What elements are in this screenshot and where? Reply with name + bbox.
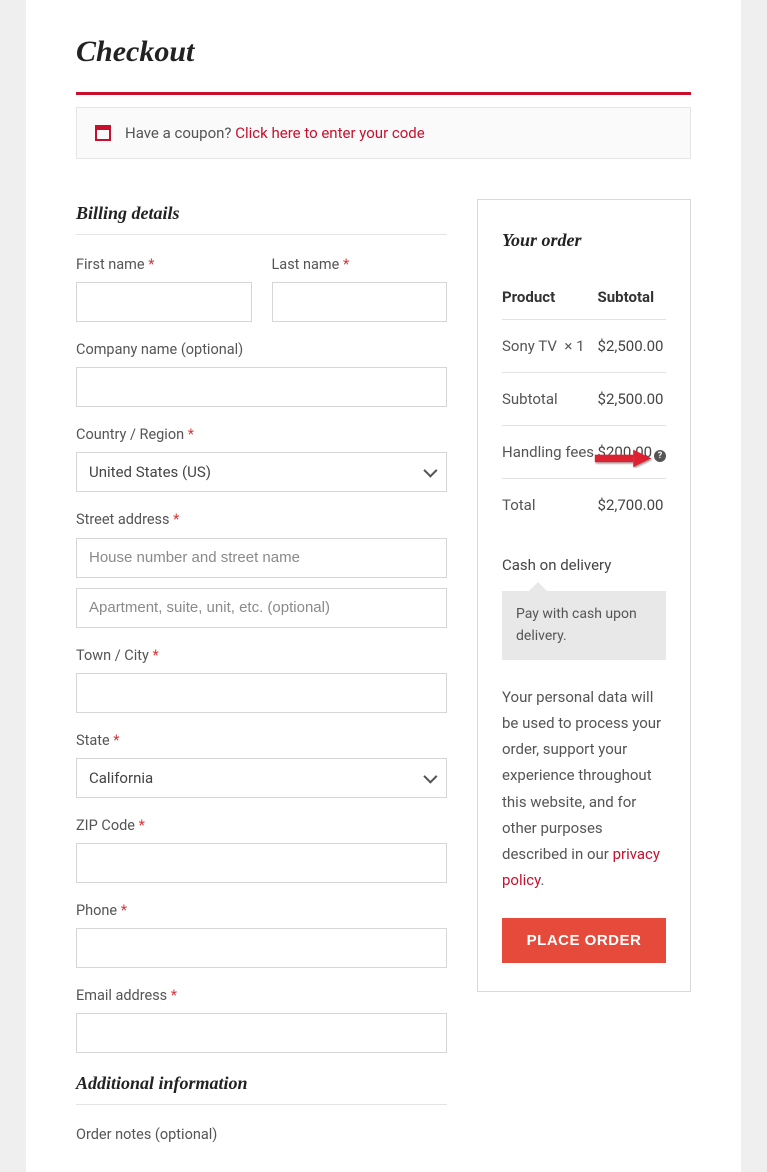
order-item-name: Sony TV: [502, 334, 557, 358]
chevron-down-icon: [423, 769, 437, 783]
subtotal-value: $2,500.00: [598, 372, 666, 425]
additional-heading: Additional information: [76, 1069, 447, 1098]
order-notes-label: Order notes (optional): [76, 1123, 447, 1146]
country-value: United States (US): [89, 460, 211, 484]
handling-value: $200.00: [598, 443, 653, 461]
additional-divider: [76, 1104, 447, 1105]
order-notes-wrap: Order notes (optional): [76, 1123, 447, 1146]
email-input[interactable]: [76, 1013, 447, 1053]
last-name-field-wrap: Last name *: [272, 253, 448, 322]
handling-row: Handling fees $200.00: [502, 425, 666, 478]
privacy-text: Your personal data will be used to proce…: [502, 684, 666, 894]
company-field-wrap: Company name (optional): [76, 338, 447, 407]
state-value: California: [89, 766, 153, 790]
state-select[interactable]: California: [76, 758, 447, 798]
city-input[interactable]: [76, 673, 447, 713]
street-field-wrap: Street address *: [76, 508, 447, 627]
phone-field-wrap: Phone *: [76, 899, 447, 968]
company-input[interactable]: [76, 367, 447, 407]
street1-input[interactable]: [76, 538, 447, 578]
last-name-input[interactable]: [272, 282, 448, 322]
billing-heading: Billing details: [76, 199, 447, 228]
coupon-link[interactable]: Click here to enter your code: [235, 124, 424, 142]
privacy-before: Your personal data will be used to proce…: [502, 688, 661, 864]
billing-column: Billing details First name * Last name *…: [76, 199, 447, 1152]
order-heading: Your order: [502, 226, 666, 255]
city-label: Town / City *: [76, 644, 447, 667]
chevron-down-icon: [423, 464, 437, 478]
subtotal-label: Subtotal: [502, 372, 598, 425]
col-product: Product: [502, 275, 598, 320]
order-item-qty: × 1: [564, 337, 584, 355]
email-label: Email address *: [76, 984, 447, 1007]
order-item-price: $2,500.00: [598, 319, 666, 372]
first-name-field-wrap: First name *: [76, 253, 252, 322]
coupon-prompt: Have a coupon?: [125, 124, 232, 142]
payment-method: Cash on delivery: [502, 553, 666, 577]
order-item-row: Sony TV × 1 $2,500.00: [502, 319, 666, 372]
phone-input[interactable]: [76, 928, 447, 968]
street2-input[interactable]: [76, 588, 447, 628]
payment-description: Pay with cash upon delivery.: [502, 591, 666, 660]
zip-field-wrap: ZIP Code *: [76, 814, 447, 883]
place-order-button[interactable]: PLACE ORDER: [502, 918, 666, 963]
order-item-name-cell: Sony TV × 1: [502, 319, 598, 372]
first-name-label: First name *: [76, 253, 252, 276]
coupon-icon: [95, 125, 111, 141]
col-subtotal: Subtotal: [598, 275, 666, 320]
title-divider: [76, 92, 691, 95]
state-field-wrap: State * California: [76, 729, 447, 798]
order-summary: Your order Product Subtotal Sony TV × 1 …: [477, 199, 691, 992]
coupon-text: Have a coupon? Click here to enter your …: [125, 121, 425, 145]
order-table: Product Subtotal Sony TV × 1 $2,500.00 S…: [502, 275, 666, 531]
zip-label: ZIP Code *: [76, 814, 447, 837]
handling-value-cell: $200.00 ?: [598, 425, 666, 478]
phone-label: Phone *: [76, 899, 447, 922]
checkout-page: Checkout Have a coupon? Click here to en…: [26, 0, 741, 1172]
coupon-bar: Have a coupon? Click here to enter your …: [76, 107, 691, 159]
zip-input[interactable]: [76, 843, 447, 883]
state-label: State *: [76, 729, 447, 752]
handling-label: Handling fees: [502, 425, 598, 478]
first-name-input[interactable]: [76, 282, 252, 322]
email-field-wrap: Email address *: [76, 984, 447, 1053]
privacy-after: .: [540, 871, 544, 889]
last-name-label: Last name *: [272, 253, 448, 276]
subtotal-row: Subtotal $2,500.00: [502, 372, 666, 425]
country-field-wrap: Country / Region * United States (US): [76, 423, 447, 492]
total-row: Total $2,700.00: [502, 478, 666, 531]
company-label: Company name (optional): [76, 338, 447, 361]
help-icon[interactable]: ?: [654, 450, 666, 462]
street-label: Street address *: [76, 508, 447, 531]
page-title: Checkout: [76, 28, 691, 76]
country-select[interactable]: United States (US): [76, 452, 447, 492]
country-label: Country / Region *: [76, 423, 447, 446]
total-value: $2,700.00: [598, 478, 666, 531]
total-label: Total: [502, 478, 598, 531]
city-field-wrap: Town / City *: [76, 644, 447, 713]
billing-divider: [76, 234, 447, 235]
